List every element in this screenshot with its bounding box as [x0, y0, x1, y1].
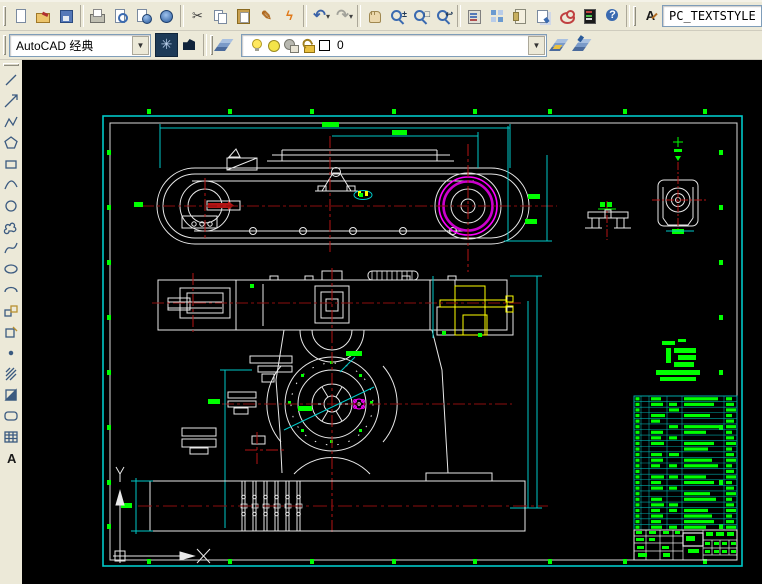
- save-icon[interactable]: [55, 4, 78, 28]
- block-editor-icon[interactable]: ϟ: [278, 4, 301, 28]
- designcenter-icon[interactable]: [486, 4, 509, 28]
- help-icon[interactable]: ?: [601, 4, 624, 28]
- front-yellow-component: [440, 286, 513, 335]
- region-icon[interactable]: [1, 405, 21, 426]
- gradient-icon[interactable]: [1, 384, 21, 405]
- arc-icon[interactable]: [1, 174, 21, 195]
- multiline-text-icon[interactable]: A: [1, 447, 21, 468]
- quickcalc-icon[interactable]: [578, 4, 601, 28]
- toolbar-separator: [203, 34, 207, 56]
- technical-notes: [656, 339, 700, 381]
- zoom-window-icon[interactable]: □: [409, 4, 432, 28]
- toolbar-separator: [357, 5, 361, 27]
- chevron-down-icon[interactable]: ▼: [132, 36, 149, 55]
- side-view-centerlines: [142, 136, 557, 272]
- draw-toolbar: A: [0, 60, 23, 584]
- plot-icon[interactable]: [86, 4, 109, 28]
- my-workspace-icon[interactable]: [178, 33, 201, 57]
- qnew-icon[interactable]: [9, 4, 32, 28]
- standard-toolbar: ✂ ✎ϟ ↶▾↷▾ ±□↩? A PC_TEXTSTYLE: [0, 0, 762, 31]
- toolbar-separator: [626, 5, 630, 27]
- workspace-settings-icon[interactable]: ✳: [155, 33, 178, 57]
- layer-previous-icon[interactable]: [574, 33, 597, 57]
- toolbar-grip[interactable]: [3, 35, 6, 55]
- text-style-manager-icon[interactable]: A: [639, 4, 662, 28]
- polygon-icon[interactable]: [1, 132, 21, 153]
- toolbar-separator: [80, 5, 84, 27]
- toolbar-grip[interactable]: [3, 6, 6, 26]
- line-icon[interactable]: [1, 69, 21, 90]
- publish-to-web-icon[interactable]: [132, 4, 155, 28]
- ellipse-arc-icon[interactable]: [1, 279, 21, 300]
- workspace-layers-toolbar: AutoCAD 经典 ▼ ✳ 0 ▼: [0, 31, 762, 60]
- layer-properties-manager-icon[interactable]: [216, 33, 239, 57]
- layer-lock-icon[interactable]: [299, 37, 316, 53]
- layer-freeze-sun-icon[interactable]: [265, 37, 282, 53]
- insert-block-icon[interactable]: [1, 300, 21, 321]
- make-block-icon[interactable]: [1, 321, 21, 342]
- undo-icon[interactable]: ↶▾: [309, 4, 332, 28]
- drawing-canvas[interactable]: [22, 60, 762, 584]
- copy-icon[interactable]: [209, 4, 232, 28]
- cut-icon[interactable]: ✂: [186, 4, 209, 28]
- text-style-combo[interactable]: PC_TEXTSTYLE: [662, 5, 762, 27]
- zoom-realtime-icon[interactable]: ±: [386, 4, 409, 28]
- pan-realtime-icon[interactable]: [363, 4, 386, 28]
- plot-preview-icon[interactable]: [109, 4, 132, 28]
- match-properties-icon[interactable]: ✎: [255, 4, 278, 28]
- zoom-previous-icon[interactable]: ↩: [432, 4, 455, 28]
- svg-text:A: A: [7, 451, 17, 466]
- layer-combo[interactable]: 0 ▼: [241, 34, 547, 57]
- 3d-dwf-icon[interactable]: [155, 4, 178, 28]
- workspace-value: AutoCAD 经典: [16, 37, 93, 54]
- current-layer-name: 0: [337, 38, 344, 52]
- open-icon[interactable]: [32, 4, 55, 28]
- title-block: [634, 530, 737, 560]
- toolbar-grip[interactable]: [633, 6, 636, 26]
- parts-list-table: [634, 396, 737, 530]
- detail-view-a: [585, 201, 631, 240]
- redo-icon[interactable]: ↷▾: [332, 4, 355, 28]
- spline-icon[interactable]: [1, 237, 21, 258]
- paste-icon[interactable]: [232, 4, 255, 28]
- toolbar-separator: [303, 5, 307, 27]
- layer-color-swatch-icon[interactable]: [316, 37, 333, 53]
- rectangle-icon[interactable]: [1, 153, 21, 174]
- tool-palettes-icon[interactable]: [509, 4, 532, 28]
- sheet-set-manager-icon[interactable]: [532, 4, 555, 28]
- detail-view-b: [652, 137, 706, 234]
- table-icon[interactable]: [1, 426, 21, 447]
- toolbar-separator: [457, 5, 461, 27]
- front-view-dimensions: [208, 276, 542, 528]
- layer-freeze-viewport-icon[interactable]: [282, 37, 299, 53]
- hatch-icon[interactable]: [1, 363, 21, 384]
- circle-icon[interactable]: [1, 195, 21, 216]
- make-object-layer-current-icon[interactable]: [551, 33, 574, 57]
- workspace-combo[interactable]: AutoCAD 经典 ▼: [9, 34, 151, 57]
- point-icon[interactable]: [1, 342, 21, 363]
- properties-icon[interactable]: [463, 4, 486, 28]
- toolbar-grip[interactable]: [210, 35, 213, 55]
- toolbar-grip[interactable]: [3, 63, 19, 66]
- sheet-frame: [103, 109, 742, 566]
- revision-cloud-icon[interactable]: [1, 216, 21, 237]
- text-style-value: PC_TEXTSTYLE: [669, 9, 756, 23]
- slewing-ring-bolt-marks: [288, 361, 373, 443]
- polyline-icon[interactable]: [1, 111, 21, 132]
- toolbar-separator: [180, 5, 184, 27]
- zone-labels: [107, 109, 723, 564]
- construction-line-icon[interactable]: [1, 90, 21, 111]
- markup-set-manager-icon[interactable]: [555, 4, 578, 28]
- layer-on-off-bulb-icon[interactable]: [248, 37, 265, 53]
- ellipse-icon[interactable]: [1, 258, 21, 279]
- chevron-down-icon[interactable]: ▼: [528, 36, 545, 55]
